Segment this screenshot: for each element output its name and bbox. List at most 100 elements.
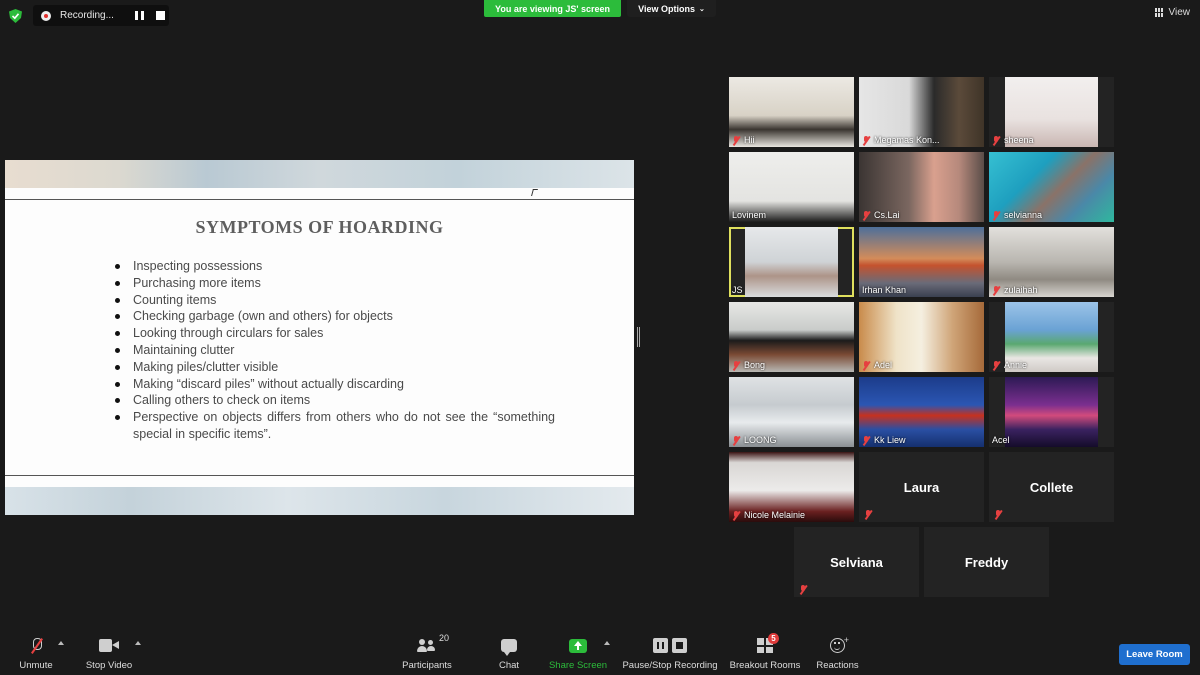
muted-mic-icon [732, 435, 740, 445]
leave-room-button[interactable]: Leave Room [1119, 644, 1190, 665]
participant-name: Megamas Kon... [874, 135, 940, 145]
muted-mic-icon [864, 510, 872, 519]
participant-tile[interactable]: Adel [859, 302, 984, 372]
chevron-down-icon: ⌄ [698, 5, 705, 13]
bullet-item: Making “discard piles” without actually … [115, 376, 555, 393]
pause-icon [653, 638, 668, 653]
participant-name: Nicole Melainie [744, 510, 806, 520]
bullet-item: Counting items [115, 292, 555, 309]
shared-screen-slide: SYMPTOMS OF HOARDING Inspecting possessi… [5, 160, 634, 515]
participant-name: Kk Liew [874, 435, 906, 445]
breakout-rooms-badge: 5 [768, 633, 779, 644]
slide-rule [5, 199, 634, 200]
participants-label: Participants [402, 660, 452, 671]
participant-tile[interactable]: Lovinem [729, 152, 854, 222]
participants-button[interactable]: 20 Participants [401, 633, 453, 674]
stop-icon [672, 638, 687, 653]
audio-options-caret-icon[interactable] [58, 641, 64, 645]
participant-name: sheena [1004, 135, 1034, 145]
participant-tile-video-off[interactable]: Laura [859, 452, 984, 522]
video-options-caret-icon[interactable] [135, 641, 141, 645]
muted-mic-icon [732, 135, 740, 145]
participant-tile[interactable]: LOONG [729, 377, 854, 447]
stop-video-button[interactable]: Stop Video [84, 636, 134, 674]
participant-tile[interactable]: Nicole Melainie [729, 452, 854, 522]
slide-bullet-list: Inspecting possessions Purchasing more i… [115, 258, 555, 443]
participant-tile[interactable]: Irhan Khan [859, 227, 984, 297]
participant-tile[interactable]: Acel [989, 377, 1114, 447]
security-shield-icon[interactable] [9, 9, 22, 23]
participant-tile[interactable]: zulaihah [989, 227, 1114, 297]
participant-tile-video-off[interactable]: Collete [989, 452, 1114, 522]
recording-indicator: Recording... [33, 5, 169, 26]
participant-name: Cs.Lai [874, 210, 900, 220]
participant-name: selvianna [1004, 210, 1043, 220]
participant-tile[interactable]: Kk Liew [859, 377, 984, 447]
view-layout-button[interactable]: View [1154, 7, 1191, 18]
breakout-rooms-button[interactable]: 5 Breakout Rooms [729, 633, 801, 674]
breakout-rooms-label: Breakout Rooms [729, 660, 801, 671]
participant-tile[interactable]: Bong [729, 302, 854, 372]
share-screen-icon [569, 638, 587, 653]
bullet-item: Checking garbage (own and others) for ob… [115, 308, 555, 325]
muted-mic-icon [992, 285, 1000, 295]
view-label: View [1168, 7, 1191, 18]
chat-button[interactable]: Chat [496, 636, 522, 674]
smiley-face-icon: + [830, 635, 849, 653]
muted-mic-icon [992, 210, 1000, 220]
bullet-item: Purchasing more items [115, 275, 555, 292]
participant-name: Adel [874, 360, 893, 370]
muted-mic-icon [862, 135, 870, 145]
bullet-item: Looking through circulars for sales [115, 325, 555, 342]
mouse-cursor-icon [531, 189, 538, 196]
participant-name: Selviana [830, 555, 883, 570]
participant-tile[interactable]: selvianna [989, 152, 1114, 222]
muted-mic-icon [732, 510, 740, 520]
participant-tile[interactable]: Hii [729, 77, 854, 147]
zoom-meeting-window: Recording... You are viewing JS' screen … [0, 0, 1200, 675]
muted-mic-icon [799, 585, 807, 594]
video-camera-icon [99, 639, 119, 652]
participant-name: Bong [744, 360, 766, 370]
chat-bubble-icon [501, 639, 517, 656]
share-options-caret-icon[interactable] [604, 641, 610, 645]
pause-stop-recording-label: Pause/Stop Recording [622, 660, 718, 671]
pause-stop-recording-button[interactable]: Pause/Stop Recording [622, 636, 718, 674]
participant-tile[interactable]: Annie [989, 302, 1114, 372]
recording-dot-icon [41, 10, 51, 21]
bullet-item: Perspective on objects differs from othe… [115, 409, 555, 443]
participant-name: Acel [992, 435, 1010, 445]
meeting-controls-toolbar: Unmute Stop Video 20 Participants Chat S… [0, 629, 1200, 675]
view-options-label: View Options [638, 3, 695, 14]
participant-tile[interactable]: Cs.Lai [859, 152, 984, 222]
muted-mic-icon [862, 435, 870, 445]
bullet-item: Inspecting possessions [115, 258, 555, 275]
participant-tile-video-off[interactable]: Freddy [924, 527, 1049, 597]
unmute-button[interactable]: Unmute [17, 636, 55, 674]
share-screen-button[interactable]: Share Screen [548, 636, 608, 674]
participant-tile-video-off[interactable]: Selviana [794, 527, 919, 597]
slide-rule [5, 475, 634, 476]
bullet-item: Calling others to check on items [115, 392, 555, 409]
participant-name: Annie [1004, 360, 1028, 370]
panel-resize-handle[interactable] [637, 327, 640, 347]
reactions-button[interactable]: + Reactions [816, 635, 858, 674]
participant-name: LOONG [744, 435, 777, 445]
muted-mic-icon [992, 360, 1000, 370]
participant-name: Lovinem [732, 210, 767, 220]
stop-recording-icon[interactable] [156, 11, 165, 20]
participant-name: zulaihah [1004, 285, 1038, 295]
participant-name: Collete [1029, 480, 1074, 495]
participant-tile[interactable]: Megamas Kon... [859, 77, 984, 147]
participants-icon [417, 638, 437, 653]
pause-recording-icon[interactable] [135, 11, 144, 20]
unmute-label: Unmute [19, 660, 53, 671]
view-options-button[interactable]: View Options ⌄ [627, 0, 716, 17]
participant-tile[interactable]: sheena [989, 77, 1114, 147]
viewing-screen-banner: You are viewing JS' screen [484, 0, 621, 17]
participant-tile-active-speaker[interactable]: JS [729, 227, 854, 297]
share-screen-label: Share Screen [548, 660, 608, 671]
bullet-item: Making piles/clutter visible [115, 359, 555, 376]
bullet-item: Maintaining clutter [115, 342, 555, 359]
muted-mic-icon [862, 360, 870, 370]
